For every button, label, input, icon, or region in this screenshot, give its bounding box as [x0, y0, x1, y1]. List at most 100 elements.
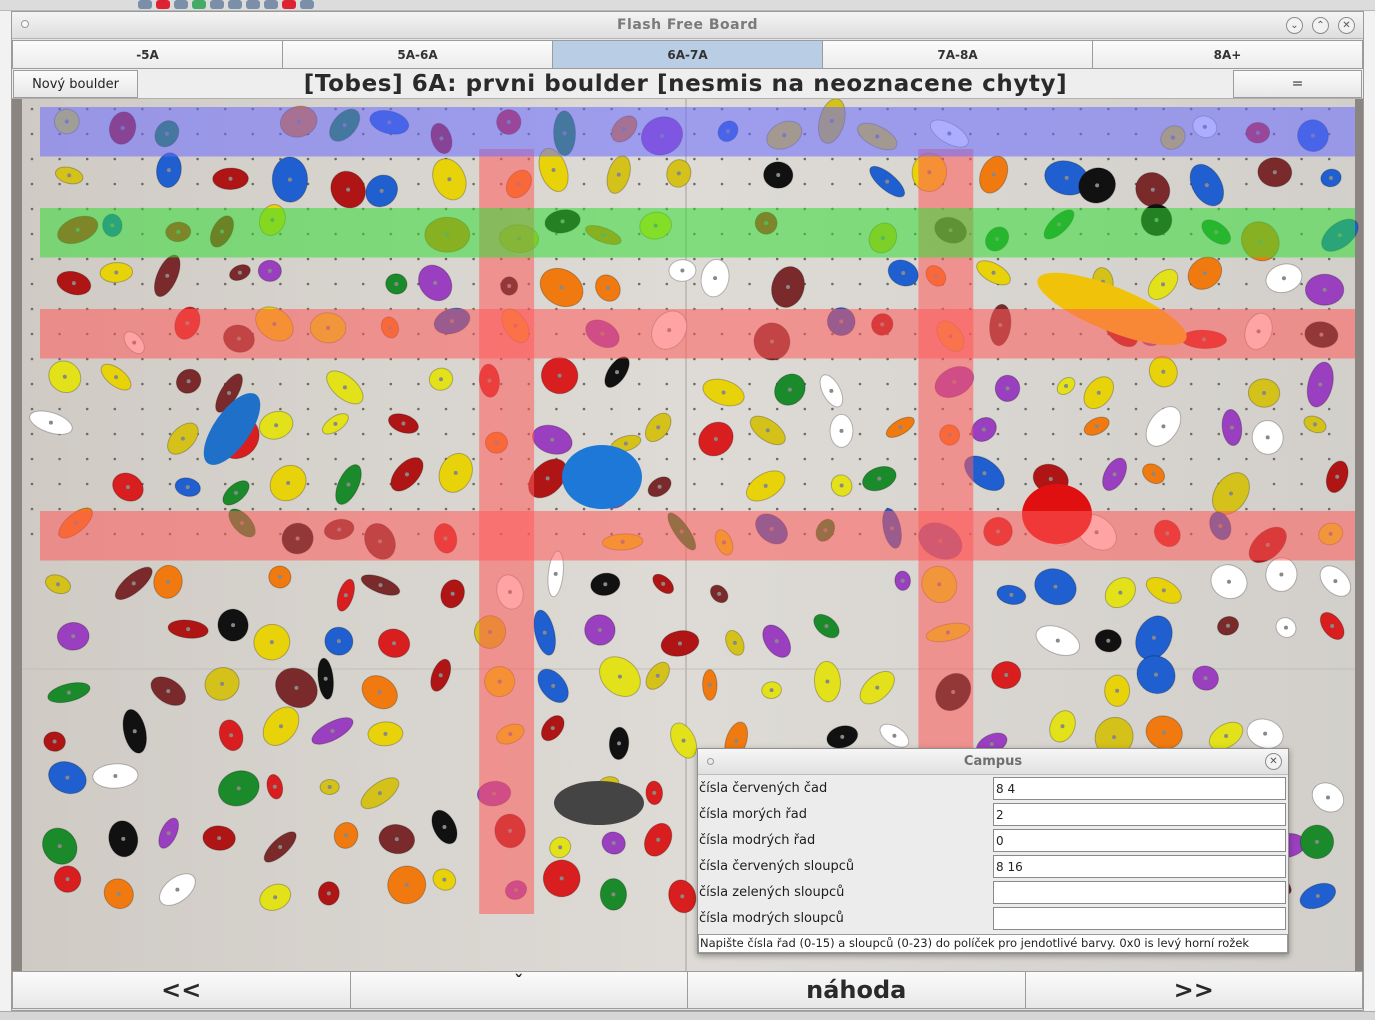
tab-grade-7a-8a[interactable]: 7A-8A	[823, 40, 1093, 69]
blue-columns-input[interactable]	[993, 907, 1286, 930]
bolt-hole	[113, 157, 117, 161]
tray-icon[interactable]	[192, 0, 206, 9]
hold-bolt	[1312, 422, 1317, 427]
bolt-hole	[141, 382, 144, 386]
bolt-hole	[996, 432, 1000, 436]
hold-bolt	[392, 641, 397, 646]
bolt-hole	[113, 257, 117, 261]
tray-icon[interactable]	[264, 0, 278, 9]
close-button[interactable]: ✕	[1338, 17, 1355, 34]
hold-bolt	[840, 734, 845, 739]
window-title: Flash Free Board	[616, 17, 759, 33]
hold-bolt	[616, 172, 621, 177]
hold-bolt	[1229, 425, 1234, 430]
previous-button[interactable]: <<	[12, 971, 351, 1009]
next-button[interactable]: >>	[1025, 971, 1363, 1009]
green-columns-input[interactable]	[993, 881, 1286, 904]
bolt-hole	[1272, 407, 1276, 411]
bolt-hole	[1134, 282, 1138, 286]
red-rows-input[interactable]	[993, 777, 1286, 800]
hold-bolt	[343, 593, 348, 598]
bolt-hole	[996, 407, 1000, 411]
hold-bolt	[1162, 730, 1167, 735]
hold-bolt	[1055, 638, 1060, 643]
bolt-hole	[306, 382, 310, 386]
tray-icon[interactable]	[228, 0, 242, 9]
bolt-hole	[389, 157, 393, 161]
hold-bolt	[829, 388, 834, 393]
bolt-hole	[1079, 457, 1083, 461]
hold-bolt	[1048, 477, 1053, 482]
tab-grade-6a-7a[interactable]: 6A-7A	[553, 40, 823, 69]
bolt-hole	[693, 482, 696, 486]
bolt-hole	[58, 457, 61, 461]
tray-icon[interactable]	[156, 0, 170, 9]
bolt-hole	[30, 357, 34, 361]
hold-bolt	[656, 425, 661, 430]
bolt-hole	[361, 507, 365, 511]
bolt-hole	[113, 457, 117, 461]
bolt-hole	[1327, 407, 1331, 411]
bolt-hole	[58, 257, 61, 261]
campus-title-bar[interactable]: Campus ✕	[698, 749, 1288, 775]
title-bar[interactable]: Flash Free Board ⌄ ⌃ ✕	[12, 12, 1363, 39]
tray-icon[interactable]	[246, 0, 260, 9]
bolt-hole	[1245, 507, 1248, 511]
bolt-hole	[665, 507, 669, 511]
green-rows-input[interactable]	[993, 803, 1286, 826]
hold-bolt	[453, 470, 458, 475]
bolt-hole	[831, 507, 834, 511]
minimize-button[interactable]: ⌄	[1286, 17, 1303, 34]
hold-bolt	[1151, 635, 1156, 640]
bolt-hole	[831, 182, 834, 186]
hold-bolt	[62, 374, 67, 379]
bolt-hole	[665, 457, 669, 461]
bolt-hole	[141, 257, 144, 261]
tray-icon[interactable]	[300, 0, 314, 9]
tray-icon[interactable]	[210, 0, 224, 9]
blue-rows-input[interactable]	[993, 829, 1286, 852]
red-columns-input[interactable]	[993, 855, 1286, 878]
bolt-hole	[1107, 457, 1110, 461]
new-boulder-button[interactable]: Nový boulder	[13, 70, 138, 98]
bolt-hole	[251, 157, 255, 161]
bolt-hole	[472, 457, 475, 461]
menu-button[interactable]: =	[1233, 70, 1362, 98]
tray-icon[interactable]	[174, 0, 188, 9]
bolt-hole	[30, 107, 34, 111]
bolt-hole	[1162, 507, 1165, 511]
bolt-hole	[637, 457, 641, 461]
bolt-hole	[1245, 182, 1248, 186]
bolt-hole	[555, 257, 558, 261]
hold-bolt	[377, 791, 382, 796]
bolt-hole	[665, 382, 669, 386]
maximize-button[interactable]: ⌃	[1312, 17, 1329, 34]
tab-grade-5a-minus[interactable]: -5A	[12, 40, 283, 69]
bolt-hole	[1189, 382, 1193, 386]
bolt-hole	[637, 507, 641, 511]
bolt-hole	[996, 457, 1000, 461]
tray-icon[interactable]	[282, 0, 296, 9]
bolt-hole	[1134, 432, 1138, 436]
bolt-hole	[472, 157, 475, 161]
bolt-hole	[58, 157, 61, 161]
bolt-hole	[858, 482, 862, 486]
campus-close-button[interactable]: ✕	[1265, 753, 1282, 770]
hold-bolt	[557, 373, 562, 378]
hold-bolt	[330, 728, 335, 733]
hold-bolt	[1004, 673, 1009, 678]
dropdown-button[interactable]: ˇ	[350, 971, 688, 1009]
hold-bolt	[875, 685, 880, 690]
bolt-hole	[996, 507, 1000, 511]
hold-bolt	[825, 679, 830, 684]
hold-bolt	[220, 681, 225, 686]
random-button[interactable]: náhoda	[688, 971, 1026, 1009]
tray-icon[interactable]	[138, 0, 152, 9]
tab-grade-8a-plus[interactable]: 8A+	[1093, 40, 1363, 69]
bolt-hole	[665, 157, 669, 161]
bolt-hole	[251, 182, 255, 186]
tab-grade-5a-6a[interactable]: 5A-6A	[283, 40, 553, 69]
bolt-hole	[610, 407, 613, 411]
bolt-hole	[803, 432, 807, 436]
hold-bolt	[344, 833, 349, 838]
